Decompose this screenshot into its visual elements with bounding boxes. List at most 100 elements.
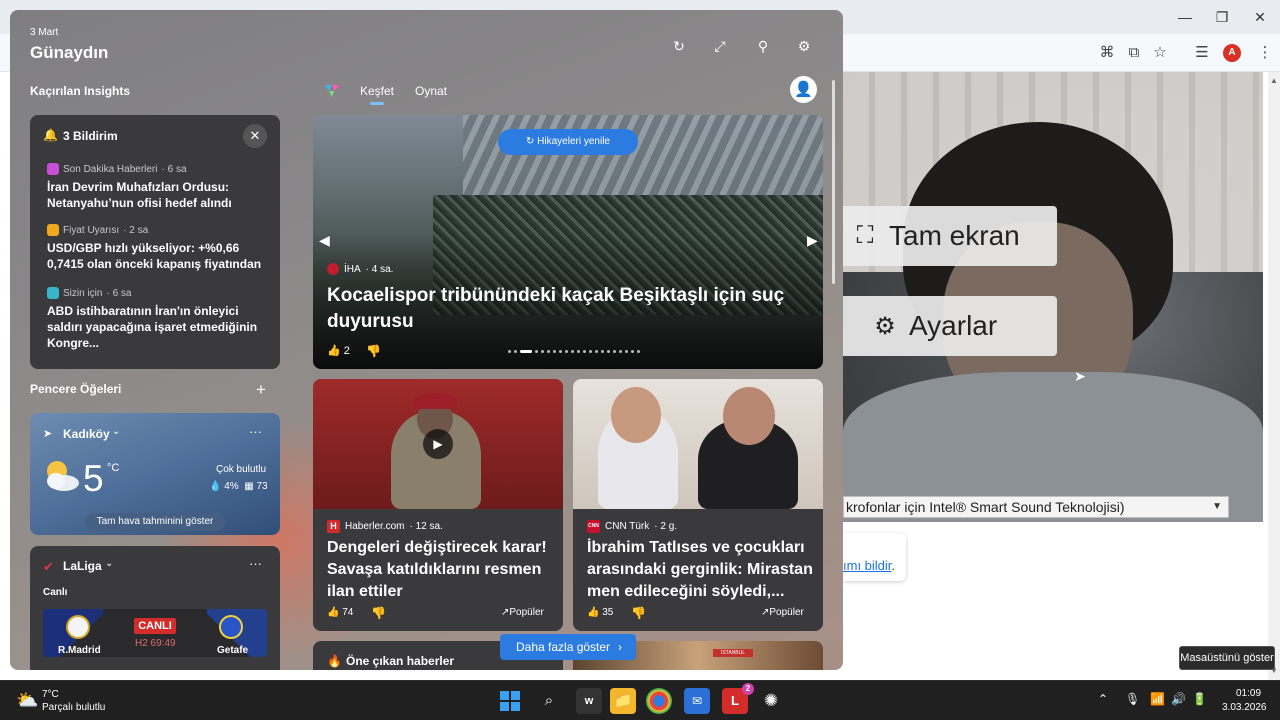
fullscreen-button[interactable]: ⛶ Tam ekran xyxy=(843,206,1057,266)
translate-icon[interactable]: ⌘ xyxy=(1097,44,1117,62)
news-card[interactable]: CNN CNN Türk · 2 g. İbrahim Tatlıses ve … xyxy=(573,379,823,631)
like-button[interactable]: 👍 2 xyxy=(327,344,350,357)
taskbar-condition[interactable]: Parçalı bulutlu xyxy=(42,702,105,713)
tab-discover[interactable]: Keşfet xyxy=(360,84,394,98)
refresh-icon[interactable]: ↻ xyxy=(670,37,688,55)
close-window-icon[interactable]: ✕ xyxy=(1250,8,1270,26)
word-app-icon[interactable]: w xyxy=(576,688,602,714)
close-icon[interactable]: ✕ xyxy=(243,124,267,148)
carousel-dot[interactable] xyxy=(577,350,580,353)
chevron-down-icon[interactable]: ⌄ xyxy=(112,426,120,437)
more-options-icon[interactable]: ··· xyxy=(249,424,262,439)
next-arrow-icon[interactable]: ▶ xyxy=(807,232,818,249)
carousel-dot[interactable] xyxy=(514,350,517,353)
start-logo-tile xyxy=(500,691,509,700)
file-explorer-icon[interactable]: 📁 xyxy=(610,688,636,714)
start-logo-tile xyxy=(511,702,520,711)
carousel-dot[interactable] xyxy=(565,350,568,353)
thumbs-down-icon[interactable]: 👎 xyxy=(371,606,386,620)
carousel-dot[interactable] xyxy=(583,350,586,353)
microphone-select[interactable]: krofonlar için Intel® Smart Sound Teknol… xyxy=(843,496,1229,518)
taskbar-time[interactable]: 01:09 xyxy=(1236,688,1261,699)
carousel-dot[interactable] xyxy=(547,350,550,353)
news-title[interactable]: Dengeleri değiştirecek karar! Savaşa kat… xyxy=(327,537,555,603)
chevron-down-icon[interactable]: ⌄ xyxy=(105,558,113,569)
like-button[interactable]: 👍 74 xyxy=(327,607,353,618)
match-row[interactable]: R.Madrid Getafe CANLI H2 69:49 xyxy=(43,609,267,657)
carousel-dot[interactable] xyxy=(607,350,610,353)
reading-list-icon[interactable]: ☰ xyxy=(1192,44,1212,62)
hero-story-card[interactable]: ↻ Hikayeleri yenile ◀ ▶ İHA · 4 sa. Koca… xyxy=(313,115,823,369)
carousel-dot[interactable] xyxy=(508,350,511,353)
carousel-dot-active[interactable] xyxy=(520,350,532,353)
notification-item[interactable]: Son Dakika Haberleri · 6 sa İran Devrim … xyxy=(47,163,273,211)
laliga-title[interactable]: LaLiga xyxy=(63,559,102,573)
weather-card[interactable]: ➤ Kadıköy ⌄ ··· 5 °C Çok bulutlu 💧 4% ▦ … xyxy=(30,413,280,535)
news-card[interactable]: ▶ H Haberler.com · 12 sa. Dengeleri deği… xyxy=(313,379,563,631)
pin-icon[interactable]: ⚲ xyxy=(754,37,772,55)
install-icon[interactable]: ⧉ xyxy=(1124,44,1144,62)
scroll-up-icon[interactable]: ▲ xyxy=(1268,76,1280,86)
carousel-dot[interactable] xyxy=(553,350,556,353)
partly-cloudy-icon[interactable]: ⛅ xyxy=(16,690,38,711)
carousel-dot[interactable] xyxy=(613,350,616,353)
outlook-icon[interactable]: ✉ xyxy=(684,688,710,714)
volume-icon[interactable]: 🔊 xyxy=(1171,692,1186,706)
user-avatar-icon[interactable]: 👤 xyxy=(790,76,817,103)
settings-button[interactable]: ⚙ Ayarlar xyxy=(843,296,1057,356)
thumbs-down-icon[interactable]: 👎 xyxy=(631,606,646,620)
hero-title[interactable]: Kocaelispor tribünündeki kaçak Beşiktaşl… xyxy=(327,283,797,335)
show-hidden-icons-icon[interactable]: ⌃ xyxy=(1098,692,1108,706)
feedback-card: ımı bildir. xyxy=(843,533,906,581)
carousel-dot[interactable] xyxy=(637,350,640,353)
carousel-dot[interactable] xyxy=(571,350,574,353)
microphone-icon[interactable]: 🎙 xyxy=(1125,692,1140,706)
taskbar-temperature[interactable]: 7°C xyxy=(42,689,59,700)
chatgpt-icon[interactable]: ✺ xyxy=(758,688,784,714)
search-icon[interactable]: ⌕ xyxy=(536,688,562,714)
windows-start-icon[interactable] xyxy=(497,688,523,714)
profile-avatar[interactable]: A xyxy=(1223,44,1241,62)
chrome-icon[interactable] xyxy=(646,688,672,714)
carousel-indicators[interactable] xyxy=(508,350,640,353)
wifi-icon[interactable]: 📶 xyxy=(1150,692,1165,706)
tab-play[interactable]: Oynat xyxy=(415,84,447,98)
gear-icon[interactable]: ⚙ xyxy=(795,37,813,55)
notification-item[interactable]: Fiyat Uyarısı · 2 sa USD/GBP hızlı yükse… xyxy=(47,224,273,272)
show-more-button[interactable]: Daha fazla göster › xyxy=(500,634,636,660)
report-link[interactable]: ımı bildir xyxy=(843,558,891,573)
laliga-card[interactable]: ✔ LaLiga ⌄ ··· Canlı R.Madrid Getafe CAN… xyxy=(30,546,280,670)
thumbs-down-icon[interactable]: 👎 xyxy=(366,344,381,358)
maximize-icon[interactable]: ❐ xyxy=(1212,8,1232,26)
carousel-dot[interactable] xyxy=(631,350,634,353)
notification-item[interactable]: Sizin için · 6 sa ABD istihbaratının İra… xyxy=(47,287,273,351)
carousel-dot[interactable] xyxy=(625,350,628,353)
star-icon[interactable]: ☆ xyxy=(1150,44,1170,62)
taskbar-date[interactable]: 3.03.2026 xyxy=(1222,702,1267,713)
carousel-dot[interactable] xyxy=(535,350,538,353)
previous-arrow-icon[interactable]: ◀ xyxy=(319,232,330,249)
full-forecast-button[interactable]: Tam hava tahminini göster xyxy=(85,513,225,531)
carousel-dot[interactable] xyxy=(589,350,592,353)
refresh-stories-button[interactable]: ↻ Hikayeleri yenile xyxy=(498,129,638,155)
battery-icon[interactable]: 🔋 xyxy=(1192,692,1207,706)
carousel-dot[interactable] xyxy=(601,350,604,353)
news-title[interactable]: İbrahim Tatlıses ve çocukları arasındaki… xyxy=(587,537,815,603)
like-button[interactable]: 👍 35 xyxy=(587,607,613,618)
weather-location[interactable]: Kadıköy xyxy=(63,427,110,441)
carousel-dot[interactable] xyxy=(595,350,598,353)
carousel-dot[interactable] xyxy=(541,350,544,353)
add-widget-icon[interactable]: + xyxy=(256,380,266,400)
minimize-icon[interactable]: — xyxy=(1175,8,1195,26)
panel-scrollbar[interactable] xyxy=(832,80,835,284)
expand-icon[interactable]: ⤢ xyxy=(711,37,729,55)
more-options-icon[interactable]: ··· xyxy=(249,556,262,571)
play-icon[interactable]: ▶ xyxy=(423,429,453,459)
home-team-name: R.Madrid xyxy=(58,645,101,656)
carousel-dot[interactable] xyxy=(619,350,622,353)
mail-app-icon[interactable]: L 2 xyxy=(722,683,754,714)
browser-menu-icon[interactable]: ⋮ xyxy=(1255,44,1275,62)
dropdown-arrow-icon: ▼ xyxy=(1212,501,1222,512)
page-scrollbar[interactable] xyxy=(1268,72,1280,680)
carousel-dot[interactable] xyxy=(559,350,562,353)
